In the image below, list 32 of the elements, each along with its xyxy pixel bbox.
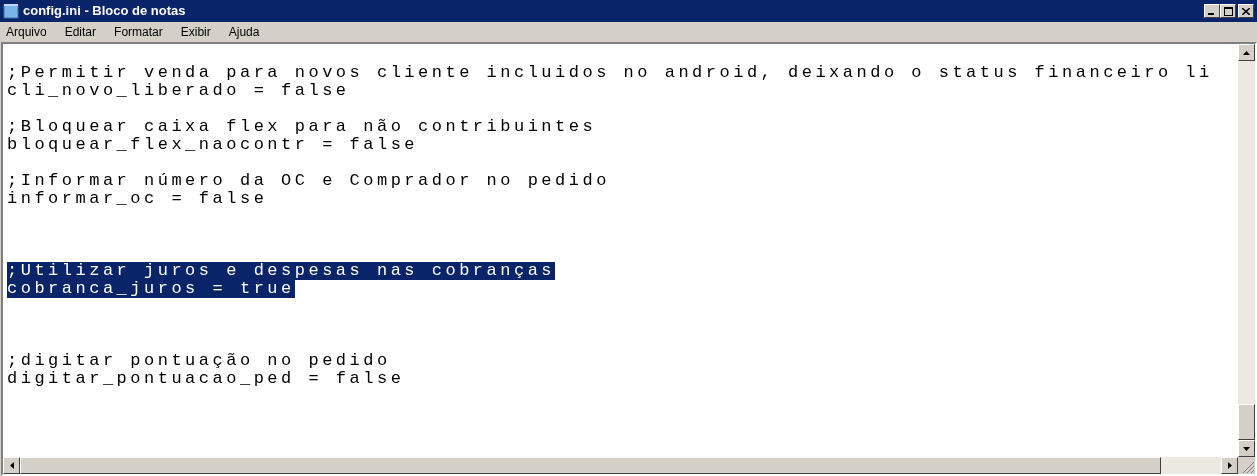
- menu-item[interactable]: Arquivo: [4, 23, 49, 41]
- menu-item[interactable]: Exibir: [178, 23, 213, 41]
- scroll-thumb[interactable]: [1238, 404, 1255, 440]
- down-arrow-icon: [1243, 446, 1250, 451]
- up-arrow-icon: [1243, 50, 1250, 55]
- window-title: config.ini - Bloco de notas: [23, 2, 186, 21]
- text-line: ;digitar pontuação no pedido: [7, 352, 391, 370]
- text-line: bloquear_flex_naocontr = false: [7, 136, 419, 154]
- text-line: ;Informar número da OC e Comprador no pedido: [7, 172, 610, 190]
- menu-item[interactable]: Ajuda: [226, 23, 262, 41]
- scroll-right-button[interactable]: [1221, 457, 1238, 474]
- text-line: ;Permitir venda para novos cliente incluidos no android, deixando o status financeiro li: [7, 64, 1213, 82]
- close-icon: [1242, 7, 1250, 15]
- vertical-scrollbar[interactable]: [1238, 44, 1255, 457]
- scroll-up-button[interactable]: [1238, 44, 1255, 61]
- scroll-down-button[interactable]: [1238, 440, 1255, 457]
- minimize-button[interactable]: [1204, 4, 1220, 18]
- maximize-icon: [1223, 6, 1233, 16]
- notepad-icon: [3, 3, 19, 19]
- right-arrow-icon: [1227, 462, 1232, 469]
- text-line: ;Bloquear caixa flex para não contribuintes: [7, 118, 597, 136]
- minimize-icon: [1208, 13, 1216, 15]
- horizontal-scroll-thumb[interactable]: [20, 457, 1161, 474]
- text-line: cli_novo_liberado = false: [7, 82, 350, 100]
- text-line: informar_oc = false: [7, 190, 268, 208]
- text-line: digitar_pontuacao_ped = false: [7, 370, 405, 388]
- menu-item[interactable]: Formatar: [112, 23, 165, 41]
- scroll-left-button[interactable]: [3, 457, 20, 474]
- menu-item[interactable]: Editar: [62, 23, 99, 41]
- close-button[interactable]: [1238, 4, 1254, 18]
- left-arrow-icon: [9, 462, 14, 469]
- maximize-button[interactable]: [1220, 4, 1236, 18]
